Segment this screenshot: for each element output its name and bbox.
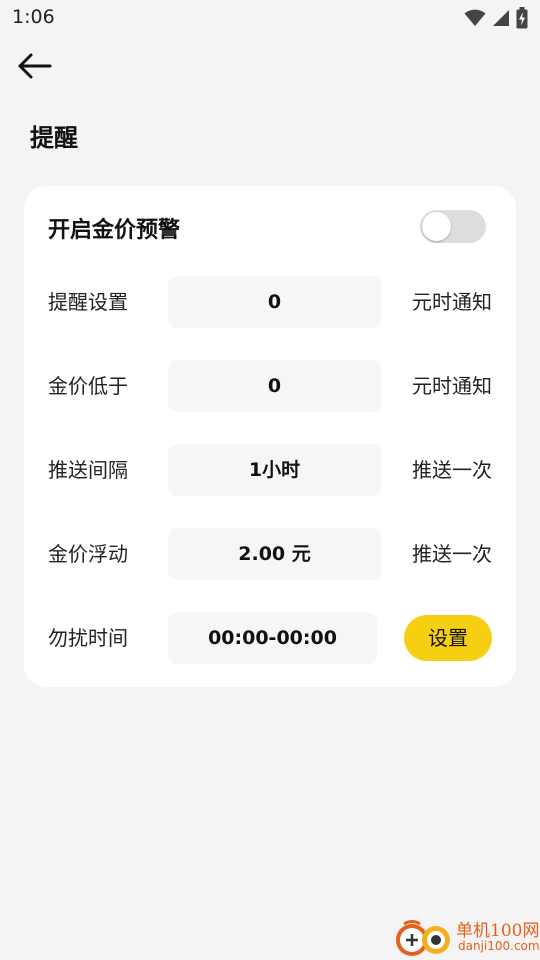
price-below-input[interactable]: 0 <box>168 360 381 412</box>
row-suffix: 元时通知 <box>412 290 492 314</box>
battery-charging-icon <box>516 7 528 29</box>
row-label: 提醒设置 <box>48 290 128 314</box>
price-fluctuation-input[interactable]: 2.00 元 <box>168 528 381 580</box>
watermark-url: danji100.com <box>458 939 540 953</box>
watermark-text: 单机100网 <box>456 921 540 941</box>
status-bar: 1:06 <box>0 0 540 36</box>
status-time: 1:06 <box>12 6 55 28</box>
gold-price-alert-toggle[interactable] <box>420 210 486 243</box>
gold-price-alert-label: 开启金价预警 <box>48 218 181 243</box>
status-icons <box>464 7 528 29</box>
alert-settings-card: 开启金价预警 提醒设置 0 元时通知 金价低于 0 元时通知 推送间隔 1小时 … <box>24 186 516 687</box>
back-button[interactable] <box>14 50 54 86</box>
push-interval-select[interactable]: 1小时 <box>168 444 381 496</box>
row-price-below: 金价低于 0 元时通知 <box>24 360 516 412</box>
signal-icon <box>492 9 510 27</box>
row-price-fluctuation: 金价浮动 2.00 元 推送一次 <box>24 528 516 580</box>
row-suffix: 推送一次 <box>412 458 492 482</box>
row-label: 推送间隔 <box>48 458 128 482</box>
watermark: 单机100网 danji100.com <box>388 914 540 960</box>
row-suffix: 元时通知 <box>412 374 492 398</box>
row-label: 金价浮动 <box>48 542 128 566</box>
watermark-logo-icon <box>392 918 454 958</box>
row-label: 勿扰时间 <box>48 626 128 650</box>
screen: 1:06 提醒 开启金价预警 提醒设置 0 元时通知 金价低于 0 元时通知 推… <box>0 0 540 960</box>
row-push-interval: 推送间隔 1小时 推送一次 <box>24 444 516 496</box>
row-suffix: 推送一次 <box>412 542 492 566</box>
do-not-disturb-time-input[interactable]: 00:00-00:00 <box>168 612 377 664</box>
reminder-setting-input[interactable]: 0 <box>168 276 381 328</box>
wifi-icon <box>464 9 486 27</box>
set-button[interactable]: 设置 <box>404 615 492 661</box>
page-title: 提醒 <box>30 124 78 152</box>
row-label: 金价低于 <box>48 374 128 398</box>
toggle-knob <box>422 212 451 241</box>
arrow-left-icon <box>16 52 52 84</box>
row-reminder-setting: 提醒设置 0 元时通知 <box>24 276 516 328</box>
row-do-not-disturb: 勿扰时间 00:00-00:00 设置 <box>24 612 516 664</box>
